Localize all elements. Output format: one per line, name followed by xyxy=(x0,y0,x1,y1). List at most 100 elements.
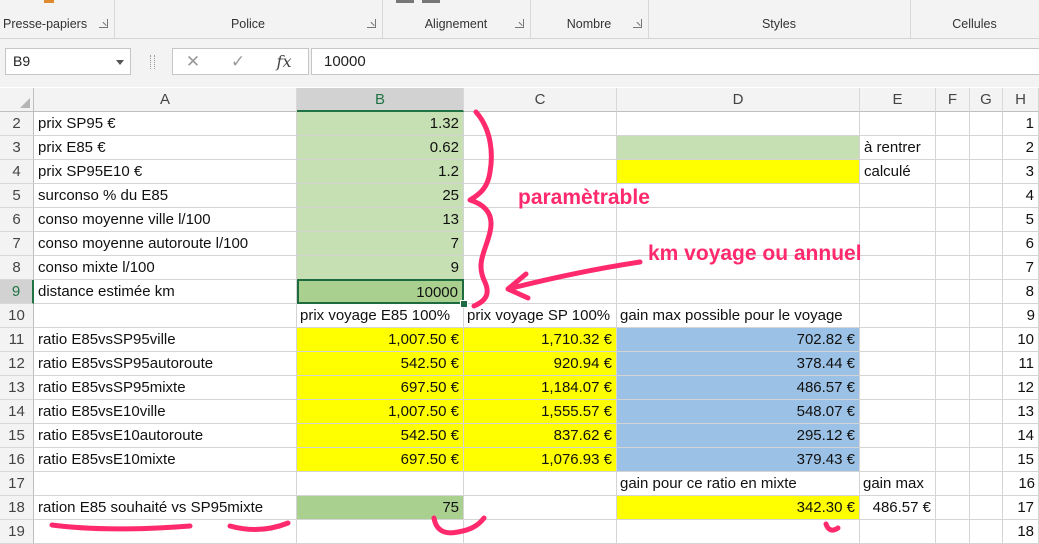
cell-a18[interactable]: ration E85 souhaité vs SP95mixte xyxy=(34,496,297,520)
cell-f4[interactable] xyxy=(936,160,970,184)
cell-e18[interactable]: 486.57 € xyxy=(860,496,936,520)
cell-c11[interactable]: 1,710.32 € xyxy=(464,328,617,352)
cell-c15[interactable]: 837.62 € xyxy=(464,424,617,448)
check-icon[interactable]: ✓ xyxy=(223,49,253,74)
cell-e5[interactable] xyxy=(860,184,936,208)
cell-d19[interactable] xyxy=(617,520,860,544)
cell-e8[interactable] xyxy=(860,256,936,280)
cell-c10[interactable]: prix voyage SP 100% xyxy=(464,304,617,328)
column-header-a[interactable]: A xyxy=(34,88,297,112)
cell-e10[interactable] xyxy=(860,304,936,328)
cell-b13[interactable]: 697.50 € xyxy=(297,376,464,400)
cell-e16[interactable] xyxy=(860,448,936,472)
cell-h10[interactable]: 9 xyxy=(1003,304,1039,328)
cross-icon[interactable]: ✕ xyxy=(178,49,208,74)
cell-a13[interactable]: ratio E85vsSP95mixte xyxy=(34,376,297,400)
cell-g19[interactable] xyxy=(970,520,1003,544)
cell-d13[interactable]: 486.57 € xyxy=(617,376,860,400)
cell-f11[interactable] xyxy=(936,328,970,352)
cell-g12[interactable] xyxy=(970,352,1003,376)
cell-e4[interactable]: calculé xyxy=(860,160,936,184)
row-header-2[interactable]: 2 xyxy=(0,112,34,136)
cell-b15[interactable]: 542.50 € xyxy=(297,424,464,448)
cell-d2[interactable] xyxy=(617,112,860,136)
cell-b19[interactable] xyxy=(297,520,464,544)
column-header-f[interactable]: F xyxy=(936,88,970,112)
cell-g16[interactable] xyxy=(970,448,1003,472)
cell-a6[interactable]: conso moyenne ville l/100 xyxy=(34,208,297,232)
cell-a15[interactable]: ratio E85vsE10autoroute xyxy=(34,424,297,448)
cell-h17[interactable]: 16 xyxy=(1003,472,1039,496)
fill-handle[interactable] xyxy=(460,300,468,308)
cell-b18[interactable]: 75 xyxy=(297,496,464,520)
row-header-19[interactable]: 19 xyxy=(0,520,34,544)
cell-b6[interactable]: 13 xyxy=(297,208,464,232)
cell-h2[interactable]: 1 xyxy=(1003,112,1039,136)
cell-d9[interactable] xyxy=(617,280,860,304)
cell-b10[interactable]: prix voyage E85 100% xyxy=(297,304,464,328)
row-header-4[interactable]: 4 xyxy=(0,160,34,184)
cell-f16[interactable] xyxy=(936,448,970,472)
cell-c3[interactable] xyxy=(464,136,617,160)
cell-e12[interactable] xyxy=(860,352,936,376)
column-header-d[interactable]: D xyxy=(617,88,860,112)
cell-f9[interactable] xyxy=(936,280,970,304)
column-header-e[interactable]: E xyxy=(860,88,936,112)
cell-f15[interactable] xyxy=(936,424,970,448)
row-header-7[interactable]: 7 xyxy=(0,232,34,256)
cell-h3[interactable]: 2 xyxy=(1003,136,1039,160)
cell-f6[interactable] xyxy=(936,208,970,232)
cell-g17[interactable] xyxy=(970,472,1003,496)
cell-f2[interactable] xyxy=(936,112,970,136)
name-box[interactable]: B9 xyxy=(5,48,131,75)
cell-b8[interactable]: 9 xyxy=(297,256,464,280)
dialog-launcher-icon[interactable] xyxy=(367,19,376,28)
cell-g6[interactable] xyxy=(970,208,1003,232)
dialog-launcher-icon[interactable] xyxy=(515,19,524,28)
cell-e14[interactable] xyxy=(860,400,936,424)
cell-g4[interactable] xyxy=(970,160,1003,184)
cell-h14[interactable]: 13 xyxy=(1003,400,1039,424)
cell-d4[interactable] xyxy=(617,160,860,184)
row-header-12[interactable]: 12 xyxy=(0,352,34,376)
cell-g7[interactable] xyxy=(970,232,1003,256)
cell-b17[interactable] xyxy=(297,472,464,496)
cell-d18[interactable]: 342.30 € xyxy=(617,496,860,520)
cell-a14[interactable]: ratio E85vsE10ville xyxy=(34,400,297,424)
cell-c9[interactable] xyxy=(464,280,617,304)
cell-h8[interactable]: 7 xyxy=(1003,256,1039,280)
cell-h16[interactable]: 15 xyxy=(1003,448,1039,472)
cell-h4[interactable]: 3 xyxy=(1003,160,1039,184)
column-header-g[interactable]: G xyxy=(970,88,1003,112)
cell-a17[interactable] xyxy=(34,472,297,496)
cell-h9[interactable]: 8 xyxy=(1003,280,1039,304)
cell-g3[interactable] xyxy=(970,136,1003,160)
cell-f8[interactable] xyxy=(936,256,970,280)
ribbon-group-clipboard[interactable]: Presse-papiers xyxy=(0,0,115,38)
cell-c12[interactable]: 920.94 € xyxy=(464,352,617,376)
row-header-10[interactable]: 10 xyxy=(0,304,34,328)
select-all-button[interactable] xyxy=(0,88,34,112)
cell-g5[interactable] xyxy=(970,184,1003,208)
insert-function-button[interactable]: fx xyxy=(269,49,299,74)
cell-e13[interactable] xyxy=(860,376,936,400)
cell-b14[interactable]: 1,007.50 € xyxy=(297,400,464,424)
cell-f12[interactable] xyxy=(936,352,970,376)
cell-c4[interactable] xyxy=(464,160,617,184)
cell-a10[interactable] xyxy=(34,304,297,328)
cell-c14[interactable]: 1,555.57 € xyxy=(464,400,617,424)
cell-f7[interactable] xyxy=(936,232,970,256)
cell-a4[interactable]: prix SP95E10 € xyxy=(34,160,297,184)
cell-d16[interactable]: 379.43 € xyxy=(617,448,860,472)
cell-b12[interactable]: 542.50 € xyxy=(297,352,464,376)
cell-c13[interactable]: 1,184.07 € xyxy=(464,376,617,400)
row-header-18[interactable]: 18 xyxy=(0,496,34,520)
cell-e19[interactable] xyxy=(860,520,936,544)
row-header-13[interactable]: 13 xyxy=(0,376,34,400)
cell-g10[interactable] xyxy=(970,304,1003,328)
cell-g18[interactable] xyxy=(970,496,1003,520)
cell-f17[interactable] xyxy=(936,472,970,496)
cell-h12[interactable]: 11 xyxy=(1003,352,1039,376)
cell-c8[interactable] xyxy=(464,256,617,280)
cell-d17[interactable]: gain pour ce ratio en mixte xyxy=(617,472,860,496)
